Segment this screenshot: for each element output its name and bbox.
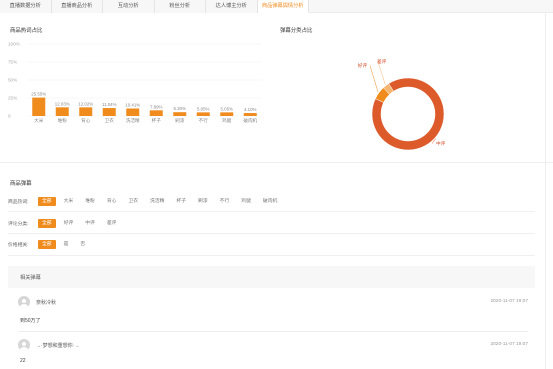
bar — [149, 110, 163, 116]
bar-value-label: 7.89% — [150, 104, 163, 109]
filter-option[interactable]: 全部 — [38, 196, 56, 206]
barrage-title: 商品弹幕 — [10, 181, 32, 187]
bar-value-label: 5.05% — [197, 106, 210, 111]
bar-value-label: 12.02% — [78, 101, 93, 106]
tab-interaction[interactable]: 互动分析 — [103, 0, 155, 13]
bar-value-label: 12.03% — [55, 101, 70, 106]
bar — [32, 97, 46, 116]
x-tick-label: 不行 — [199, 117, 209, 124]
comment-time: 2020-11-07 19:07 — [490, 299, 528, 304]
y-tick-label: 50% — [8, 78, 17, 83]
section-divider — [0, 162, 553, 163]
filter-option[interactable]: 卫衣 — [124, 197, 142, 206]
x-tick-label: 破肉机 — [243, 117, 257, 124]
x-tick-label: 卫衣 — [105, 117, 115, 124]
filter-option[interactable]: 全部 — [38, 218, 56, 228]
filter-label: 价格相关: — [8, 242, 29, 248]
avatar-body-shape — [20, 303, 28, 308]
y-tick-label: 0 — [8, 114, 11, 119]
tab-live-product[interactable]: 直播商品分析 — [51, 0, 103, 13]
filter-option[interactable]: 不行 — [216, 197, 234, 206]
x-tick-label: 洗洁精 — [126, 117, 140, 124]
bar — [196, 112, 210, 116]
filter-sentiment: 评论分类: 全部 好评 中评 差评 — [8, 217, 535, 229]
filter-separator — [8, 255, 535, 256]
filter-separator — [8, 233, 535, 234]
filter-option[interactable]: 鸡腿 — [237, 197, 255, 206]
bar-value-label: 11.04% — [102, 102, 117, 107]
donut-label: 差评 — [377, 58, 387, 65]
tab-live-data[interactable]: 直播数据分析 — [0, 0, 52, 13]
hot-words-title: 商品热词占比 — [10, 28, 43, 34]
filter-option[interactable]: 刷漆 — [194, 197, 212, 206]
x-tick-label: 刷漆 — [175, 117, 185, 124]
bar — [243, 113, 257, 116]
filter-option[interactable]: 中评 — [81, 219, 99, 228]
filter-option[interactable]: 差评 — [103, 219, 121, 228]
filter-option[interactable]: 是 — [60, 240, 73, 249]
filter-option[interactable]: 全部 — [38, 239, 56, 249]
tab-barrage-sentiment[interactable]: 商品弹幕舆情分析 — [257, 0, 309, 13]
donut-label: 中评 — [436, 140, 446, 147]
comment-time: 2020-11-07 19:07 — [490, 342, 528, 347]
tab-influencer[interactable]: 达人博主分析 — [206, 0, 258, 13]
x-tick-label: 堆粉 — [58, 117, 68, 124]
avatar — [18, 339, 30, 351]
bar — [102, 108, 116, 116]
filter-option[interactable]: 破肉机 — [259, 197, 281, 206]
bar — [55, 107, 69, 116]
y-tick-label: 25% — [8, 96, 17, 101]
filter-label: 评论分类: — [8, 221, 29, 227]
avatar-body-shape — [20, 346, 28, 351]
avatar — [18, 296, 30, 308]
donut-leader-line — [369, 65, 379, 93]
filter-hot-words: 商品热词: 全部 大米 堆粉 背心 卫衣 洗洁精 杯子 刷漆 不行 鸡腿 破肉机 — [8, 195, 535, 207]
bar-value-label: 10.41% — [125, 103, 140, 108]
related-barrage-title: 相关弹幕 — [20, 275, 41, 281]
related-barrage-header: 相关弹幕 — [8, 266, 535, 288]
bar-value-label: 25.55% — [31, 92, 46, 97]
tab-fans[interactable]: 粉丝分析 — [154, 0, 206, 13]
y-tick-label: 75% — [8, 60, 17, 65]
y-tick-label: 100% — [8, 42, 20, 47]
x-tick-label: 大米 — [34, 117, 44, 124]
comment-text: 到50万了 — [20, 318, 41, 324]
filter-label: 商品热词: — [8, 199, 29, 205]
comment-item: 奈秋冷秋 2020-11-07 19:07 到50万了 — [18, 296, 528, 332]
filter-option[interactable]: 杯子 — [172, 197, 190, 206]
x-tick-label: 鸡腿 — [222, 117, 232, 124]
donut-leader-line — [377, 61, 386, 85]
comment-text: 22 — [20, 358, 26, 364]
comment-username: →·梦想和重想你·→ — [36, 343, 80, 349]
x-tick-label: 背心 — [81, 117, 91, 123]
bar — [173, 112, 187, 116]
x-tick-label: 杯子 — [152, 117, 162, 124]
bar-value-label: 5.30% — [174, 106, 187, 111]
bar — [220, 112, 234, 116]
bar-value-label: 4.10% — [244, 107, 257, 112]
filter-price: 价格相关: 全部 是 否 — [8, 238, 535, 250]
filter-option[interactable]: 大米 — [60, 197, 78, 206]
filter-option[interactable]: 洗洁精 — [146, 197, 168, 206]
avatar-head-shape — [22, 341, 26, 346]
comment-username: 奈秋冷秋 — [36, 300, 57, 306]
bar-value-label: 5.05% — [221, 106, 234, 111]
analysis-tab-bar: 直播数据分析 直播商品分析 互动分析 粉丝分析 达人博主分析 商品弹幕舆情分析 — [0, 0, 553, 13]
bar — [126, 108, 140, 116]
avatar-head-shape — [22, 298, 26, 303]
filter-option[interactable]: 背心 — [103, 197, 121, 206]
filter-option[interactable]: 堆粉 — [81, 197, 99, 206]
comment-item: →·梦想和重想你·→ 2020-11-07 19:07 22 — [18, 339, 528, 369]
donut-label: 好评 — [358, 62, 368, 69]
filter-separator — [8, 211, 535, 212]
charts-area: 100% 75% 50% 25% 0 25.55% 大米 12.03% 堆粉 12.02% 背心 11… — [8, 42, 446, 151]
filter-option[interactable]: 否 — [76, 240, 89, 249]
filter-option[interactable]: 好评 — [60, 219, 78, 228]
comment-separator — [18, 331, 528, 332]
bar — [79, 107, 93, 116]
sentiment-title: 弹幕分类占比 — [280, 28, 313, 34]
